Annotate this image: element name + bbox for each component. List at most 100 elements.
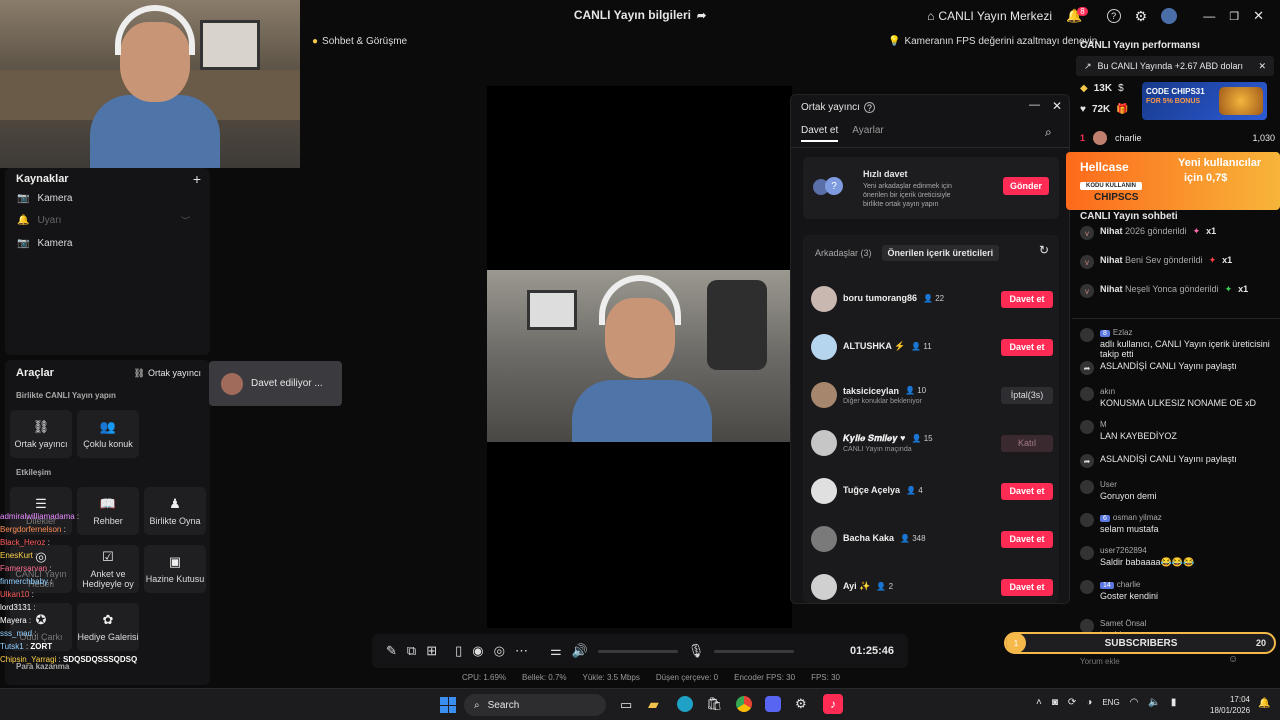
- visibility-icon[interactable]: ︶: [181, 214, 190, 227]
- speaker-volume-slider[interactable]: [597, 649, 678, 653]
- user-avatar[interactable]: [1080, 619, 1094, 633]
- chat-user[interactable]: Samet Önsal: [1100, 619, 1275, 628]
- emoji-icon[interactable]: ☺: [1228, 654, 1238, 665]
- discord-icon[interactable]: [765, 696, 781, 712]
- user-avatar[interactable]: [1080, 580, 1094, 594]
- live-center-button[interactable]: ⌂ CANLI Yayın Merkezi: [927, 9, 1052, 23]
- user-avatar[interactable]: [1080, 420, 1094, 434]
- refresh-icon[interactable]: ↻: [1039, 243, 1049, 257]
- chat-user[interactable]: 8 Ezlaz: [1100, 328, 1275, 337]
- maximize-icon[interactable]: ❐: [1229, 10, 1239, 23]
- language-indicator[interactable]: ENG: [1102, 698, 1119, 707]
- search-icon[interactable]: ⌕: [1045, 125, 1052, 140]
- mixer-icon[interactable]: ⚌: [550, 643, 562, 659]
- chat-user[interactable]: 14 charlie: [1100, 580, 1275, 589]
- invite-button[interactable]: Davet et: [1001, 290, 1053, 308]
- tray-app-icon[interactable]: ⟳: [1068, 697, 1076, 708]
- share-icon[interactable]: ➦: [697, 9, 706, 22]
- store-icon[interactable]: 🛍: [706, 696, 723, 712]
- close-icon[interactable]: ✕: [1253, 8, 1264, 24]
- chrome-icon[interactable]: [736, 696, 752, 712]
- app-icon[interactable]: ⚙: [795, 696, 807, 712]
- gift-sender[interactable]: Nihat: [1100, 284, 1123, 294]
- stream-info-title[interactable]: CANLI Yayın bilgileri ➦: [540, 8, 740, 22]
- edge-icon[interactable]: [677, 696, 693, 712]
- cohost-tool-button[interactable]: ⛓ Ortak yayıncı: [10, 410, 72, 458]
- user-avatar[interactable]: v: [1080, 226, 1094, 240]
- magic-wand-icon[interactable]: ✎: [386, 643, 397, 659]
- minimize-icon[interactable]: —: [1203, 9, 1215, 23]
- creator-avatar[interactable]: [811, 286, 837, 312]
- user-avatar[interactable]: v: [1080, 255, 1094, 269]
- send-button[interactable]: Gönder: [1003, 177, 1049, 195]
- source-item-camera-1[interactable]: 📷 Kamera: [5, 187, 72, 209]
- file-explorer-icon[interactable]: ▰: [648, 696, 659, 713]
- user-avatar[interactable]: [1080, 513, 1094, 527]
- windows-start-icon[interactable]: [440, 697, 456, 713]
- cancel-invite-button[interactable]: İptal(3s): [1001, 386, 1053, 404]
- chat-user[interactable]: akın: [1100, 387, 1275, 396]
- close-banner-icon[interactable]: ✕: [1258, 61, 1266, 72]
- tray-app-icon[interactable]: ◙: [1052, 697, 1058, 708]
- notification-icon[interactable]: 🔔: [1258, 698, 1270, 709]
- bell-icon[interactable]: 🔔8: [1066, 7, 1093, 24]
- layout-icon[interactable]: ⊞: [426, 643, 437, 659]
- info-icon[interactable]: ?: [863, 102, 875, 113]
- creator-avatar[interactable]: [811, 382, 837, 408]
- gift-sender[interactable]: Nihat: [1100, 255, 1123, 265]
- battery-icon[interactable]: ▮: [1171, 697, 1177, 708]
- mic-volume-slider[interactable]: [714, 649, 795, 653]
- source-item-alert[interactable]: 🔔 Uyarı ︶: [5, 209, 190, 231]
- invite-button[interactable]: Davet et: [1001, 482, 1053, 500]
- join-button[interactable]: Katıl: [1001, 434, 1053, 452]
- record-icon[interactable]: ◉: [472, 643, 483, 659]
- target-icon[interactable]: ◎: [494, 643, 505, 659]
- volume-icon[interactable]: 🔈: [1148, 697, 1160, 708]
- chat-user[interactable]: ASLANDİŞİ: [1100, 361, 1147, 371]
- cohost-link[interactable]: ⛓ Ortak yayıncı: [134, 368, 201, 379]
- user-avatar[interactable]: v: [1080, 284, 1094, 298]
- taskbar-search[interactable]: ⌕ Search: [464, 694, 606, 716]
- source-item-camera-2[interactable]: 📷 Kamera: [5, 232, 72, 254]
- speaker-icon[interactable]: 🔊: [572, 643, 588, 659]
- tab-friends[interactable]: Arkadaşlar (3): [815, 248, 872, 258]
- tray-chevron-icon[interactable]: ˄: [1036, 697, 1042, 708]
- chat-call-hint[interactable]: ● Sohbet & Görüşme: [312, 33, 407, 49]
- add-source-icon[interactable]: +: [193, 171, 201, 187]
- tab-suggested[interactable]: Önerilen içerik üreticileri: [881, 245, 1000, 261]
- top-gifter-row[interactable]: 1 charlie 1,030: [1080, 131, 1275, 145]
- chat-user[interactable]: user7262894: [1100, 546, 1275, 555]
- tiktok-icon[interactable]: ♪: [823, 694, 843, 714]
- creator-avatar[interactable]: [811, 334, 837, 360]
- creator-avatar[interactable]: [811, 430, 837, 456]
- clock[interactable]: 17:04 18/01/2026: [1210, 694, 1250, 716]
- creator-avatar[interactable]: [811, 526, 837, 552]
- tray-app-icon[interactable]: ◑: [1086, 697, 1092, 708]
- microphone-icon[interactable]: 🎙: [688, 643, 705, 659]
- tab-settings[interactable]: Ayarlar: [852, 125, 884, 142]
- minimize-panel-icon[interactable]: —: [1029, 99, 1040, 111]
- chat-user[interactable]: User: [1100, 480, 1275, 489]
- chat-user[interactable]: 6 osman yilmaz: [1100, 513, 1275, 522]
- more-icon[interactable]: ⋯: [515, 643, 528, 659]
- multi-guest-button[interactable]: 👥 Çoklu konuk: [77, 410, 139, 458]
- profile-avatar[interactable]: [1161, 8, 1178, 24]
- share-icon[interactable]: ➦: [1080, 361, 1094, 375]
- creator-avatar[interactable]: [811, 478, 837, 504]
- help-icon[interactable]: ?: [1106, 9, 1121, 23]
- share-icon[interactable]: ➦: [1080, 454, 1094, 468]
- user-avatar[interactable]: [1080, 387, 1094, 401]
- chat-user[interactable]: ASLANDİŞİ: [1100, 454, 1147, 464]
- invite-button[interactable]: Davet et: [1001, 578, 1053, 596]
- effects-icon[interactable]: ⧉: [407, 643, 416, 659]
- close-panel-icon[interactable]: ✕: [1052, 99, 1062, 113]
- user-avatar[interactable]: [1080, 480, 1094, 494]
- invite-button[interactable]: Davet et: [1001, 338, 1053, 356]
- tab-invite[interactable]: Davet et: [801, 125, 839, 142]
- creator-avatar[interactable]: [811, 574, 837, 600]
- invite-button[interactable]: Davet et: [1001, 530, 1053, 548]
- user-avatar[interactable]: [1080, 328, 1094, 342]
- wifi-icon[interactable]: ◠: [1130, 697, 1139, 708]
- chat-user[interactable]: M: [1100, 420, 1275, 429]
- comment-box[interactable]: Yorum ekle: [1076, 654, 1236, 668]
